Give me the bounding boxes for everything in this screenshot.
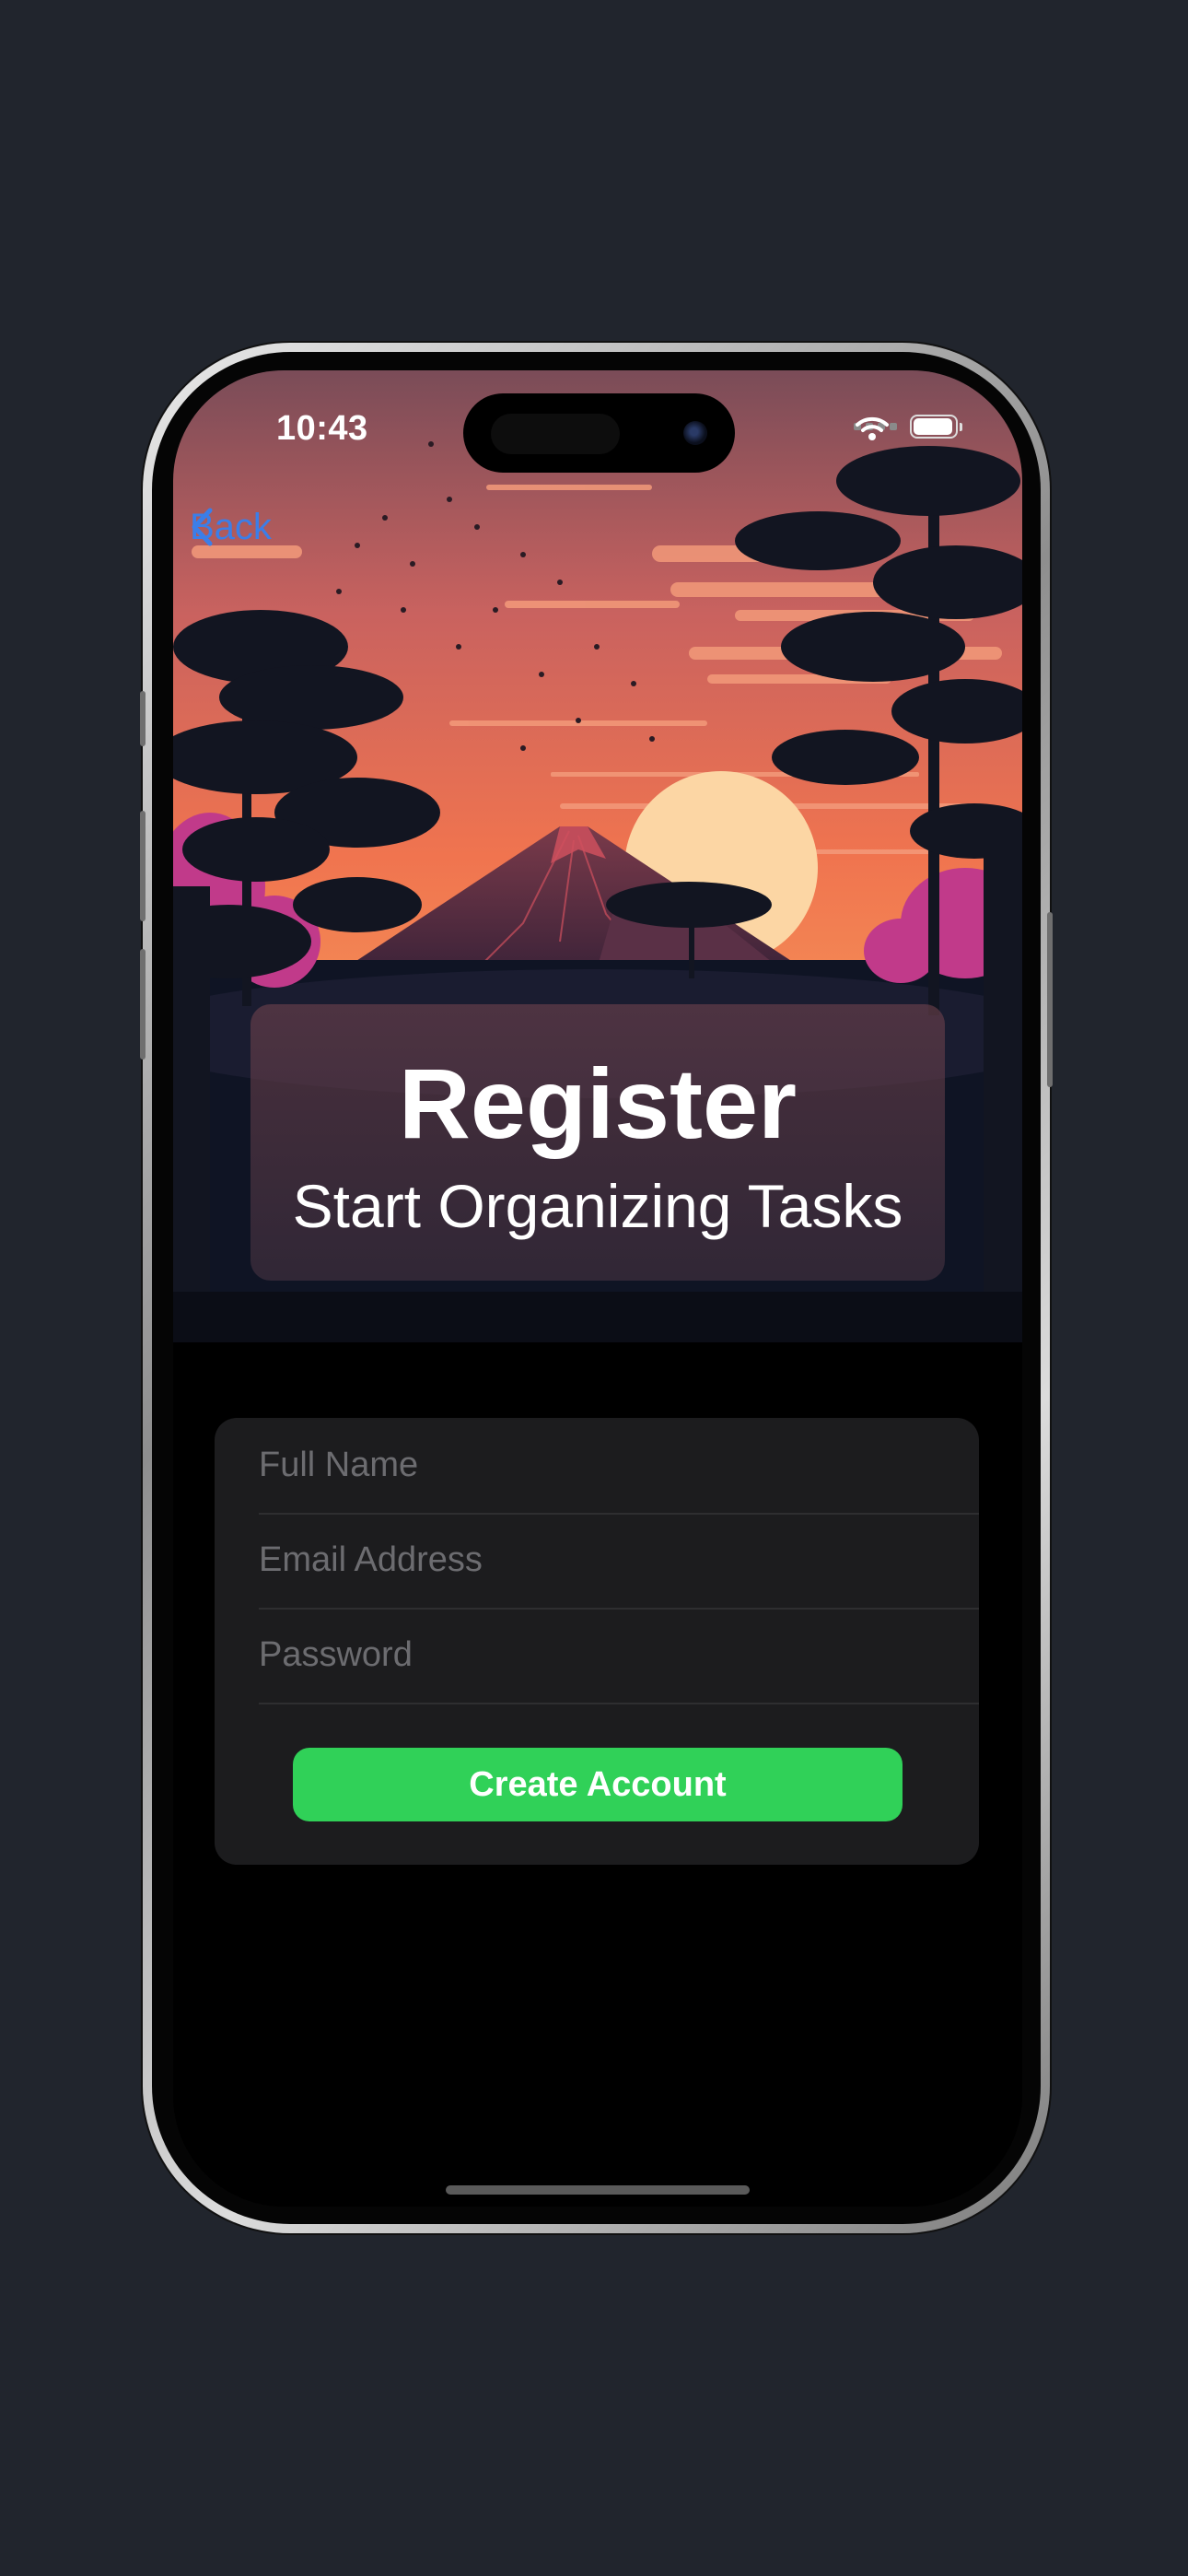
email-row xyxy=(259,1513,979,1610)
volume-up-button xyxy=(140,811,146,921)
wifi-icon xyxy=(856,416,889,440)
status-time: 10:43 xyxy=(276,409,368,448)
volume-down-button xyxy=(140,949,146,1060)
home-indicator[interactable] xyxy=(446,2185,750,2195)
chevron-left-icon xyxy=(192,508,213,546)
dynamic-island xyxy=(463,393,735,473)
password-field[interactable] xyxy=(259,1608,979,1703)
action-button xyxy=(140,691,146,746)
title-card: Register Start Organizing Tasks xyxy=(250,1004,945,1281)
hero-illustration: 10:43 Back Register Start Organizing Tas… xyxy=(173,370,1022,1342)
email-field[interactable] xyxy=(259,1513,979,1608)
create-account-button[interactable]: Create Account xyxy=(293,1748,903,1821)
face-id-sensor xyxy=(491,414,620,454)
full-name-field[interactable] xyxy=(259,1418,979,1513)
back-button[interactable]: Back xyxy=(190,507,272,548)
power-button xyxy=(1047,912,1053,1087)
register-form: Create Account xyxy=(215,1418,979,1865)
password-row xyxy=(259,1608,979,1704)
status-indicators xyxy=(854,415,962,440)
battery-icon xyxy=(910,415,962,439)
app-screen: 10:43 Back Register Start Organizing Tas… xyxy=(173,370,1022,2207)
front-camera-icon xyxy=(683,421,707,445)
full-name-row xyxy=(259,1418,979,1515)
page-subtitle: Start Organizing Tasks xyxy=(292,1172,903,1240)
page-title: Register xyxy=(398,1048,798,1159)
